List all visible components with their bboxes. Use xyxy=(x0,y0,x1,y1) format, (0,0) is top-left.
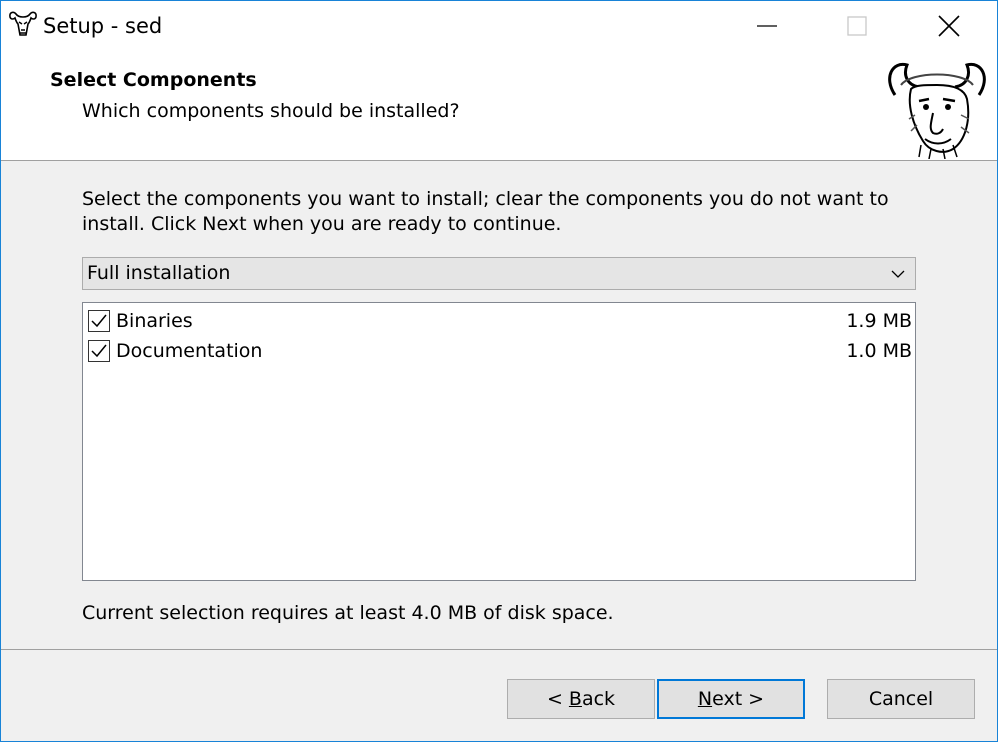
documentation-checkbox[interactable] xyxy=(88,340,110,362)
install-type-value: Full installation xyxy=(87,262,231,284)
gnu-head-logo xyxy=(888,62,986,159)
setup-window: Setup - sed Select Components Which comp… xyxy=(0,0,998,742)
footer-divider xyxy=(1,649,997,650)
disk-space-text: Current selection requires at least 4.0 … xyxy=(82,602,614,624)
wizard-header: Select Components Which components shoul… xyxy=(1,51,997,161)
maximize-icon xyxy=(847,16,867,36)
install-type-dropdown[interactable]: Full installation xyxy=(82,257,916,290)
gnu-app-icon xyxy=(9,11,37,36)
checkmark-icon xyxy=(91,314,107,328)
minimize-button[interactable] xyxy=(721,1,813,51)
cancel-button[interactable]: Cancel xyxy=(827,679,975,719)
component-name: Documentation xyxy=(116,340,263,362)
components-list[interactable]: Binaries 1.9 MB Documentation 1.0 MB xyxy=(82,302,916,581)
binaries-checkbox[interactable] xyxy=(88,310,110,332)
chevron-down-icon xyxy=(891,270,905,278)
checkmark-icon xyxy=(91,344,107,358)
window-title: Setup - sed xyxy=(43,14,163,38)
page-subtitle: Which components should be installed? xyxy=(82,100,460,122)
title-bar[interactable]: Setup - sed xyxy=(1,1,997,51)
next-button[interactable]: Next > xyxy=(657,679,805,719)
dropdown-arrow-button[interactable] xyxy=(881,258,915,289)
component-name: Binaries xyxy=(116,310,193,332)
component-size: 1.0 MB xyxy=(846,340,912,362)
page-title: Select Components xyxy=(50,69,257,91)
instructions-text: Select the components you want to instal… xyxy=(82,188,889,235)
close-icon xyxy=(938,15,960,37)
back-button[interactable]: < Back xyxy=(507,679,655,719)
close-button[interactable] xyxy=(903,1,995,51)
minimize-icon xyxy=(757,25,777,27)
component-size: 1.9 MB xyxy=(846,310,912,332)
list-item[interactable]: Documentation 1.0 MB xyxy=(83,335,915,365)
list-item[interactable]: Binaries 1.9 MB xyxy=(83,305,915,335)
maximize-button[interactable] xyxy=(811,1,903,51)
